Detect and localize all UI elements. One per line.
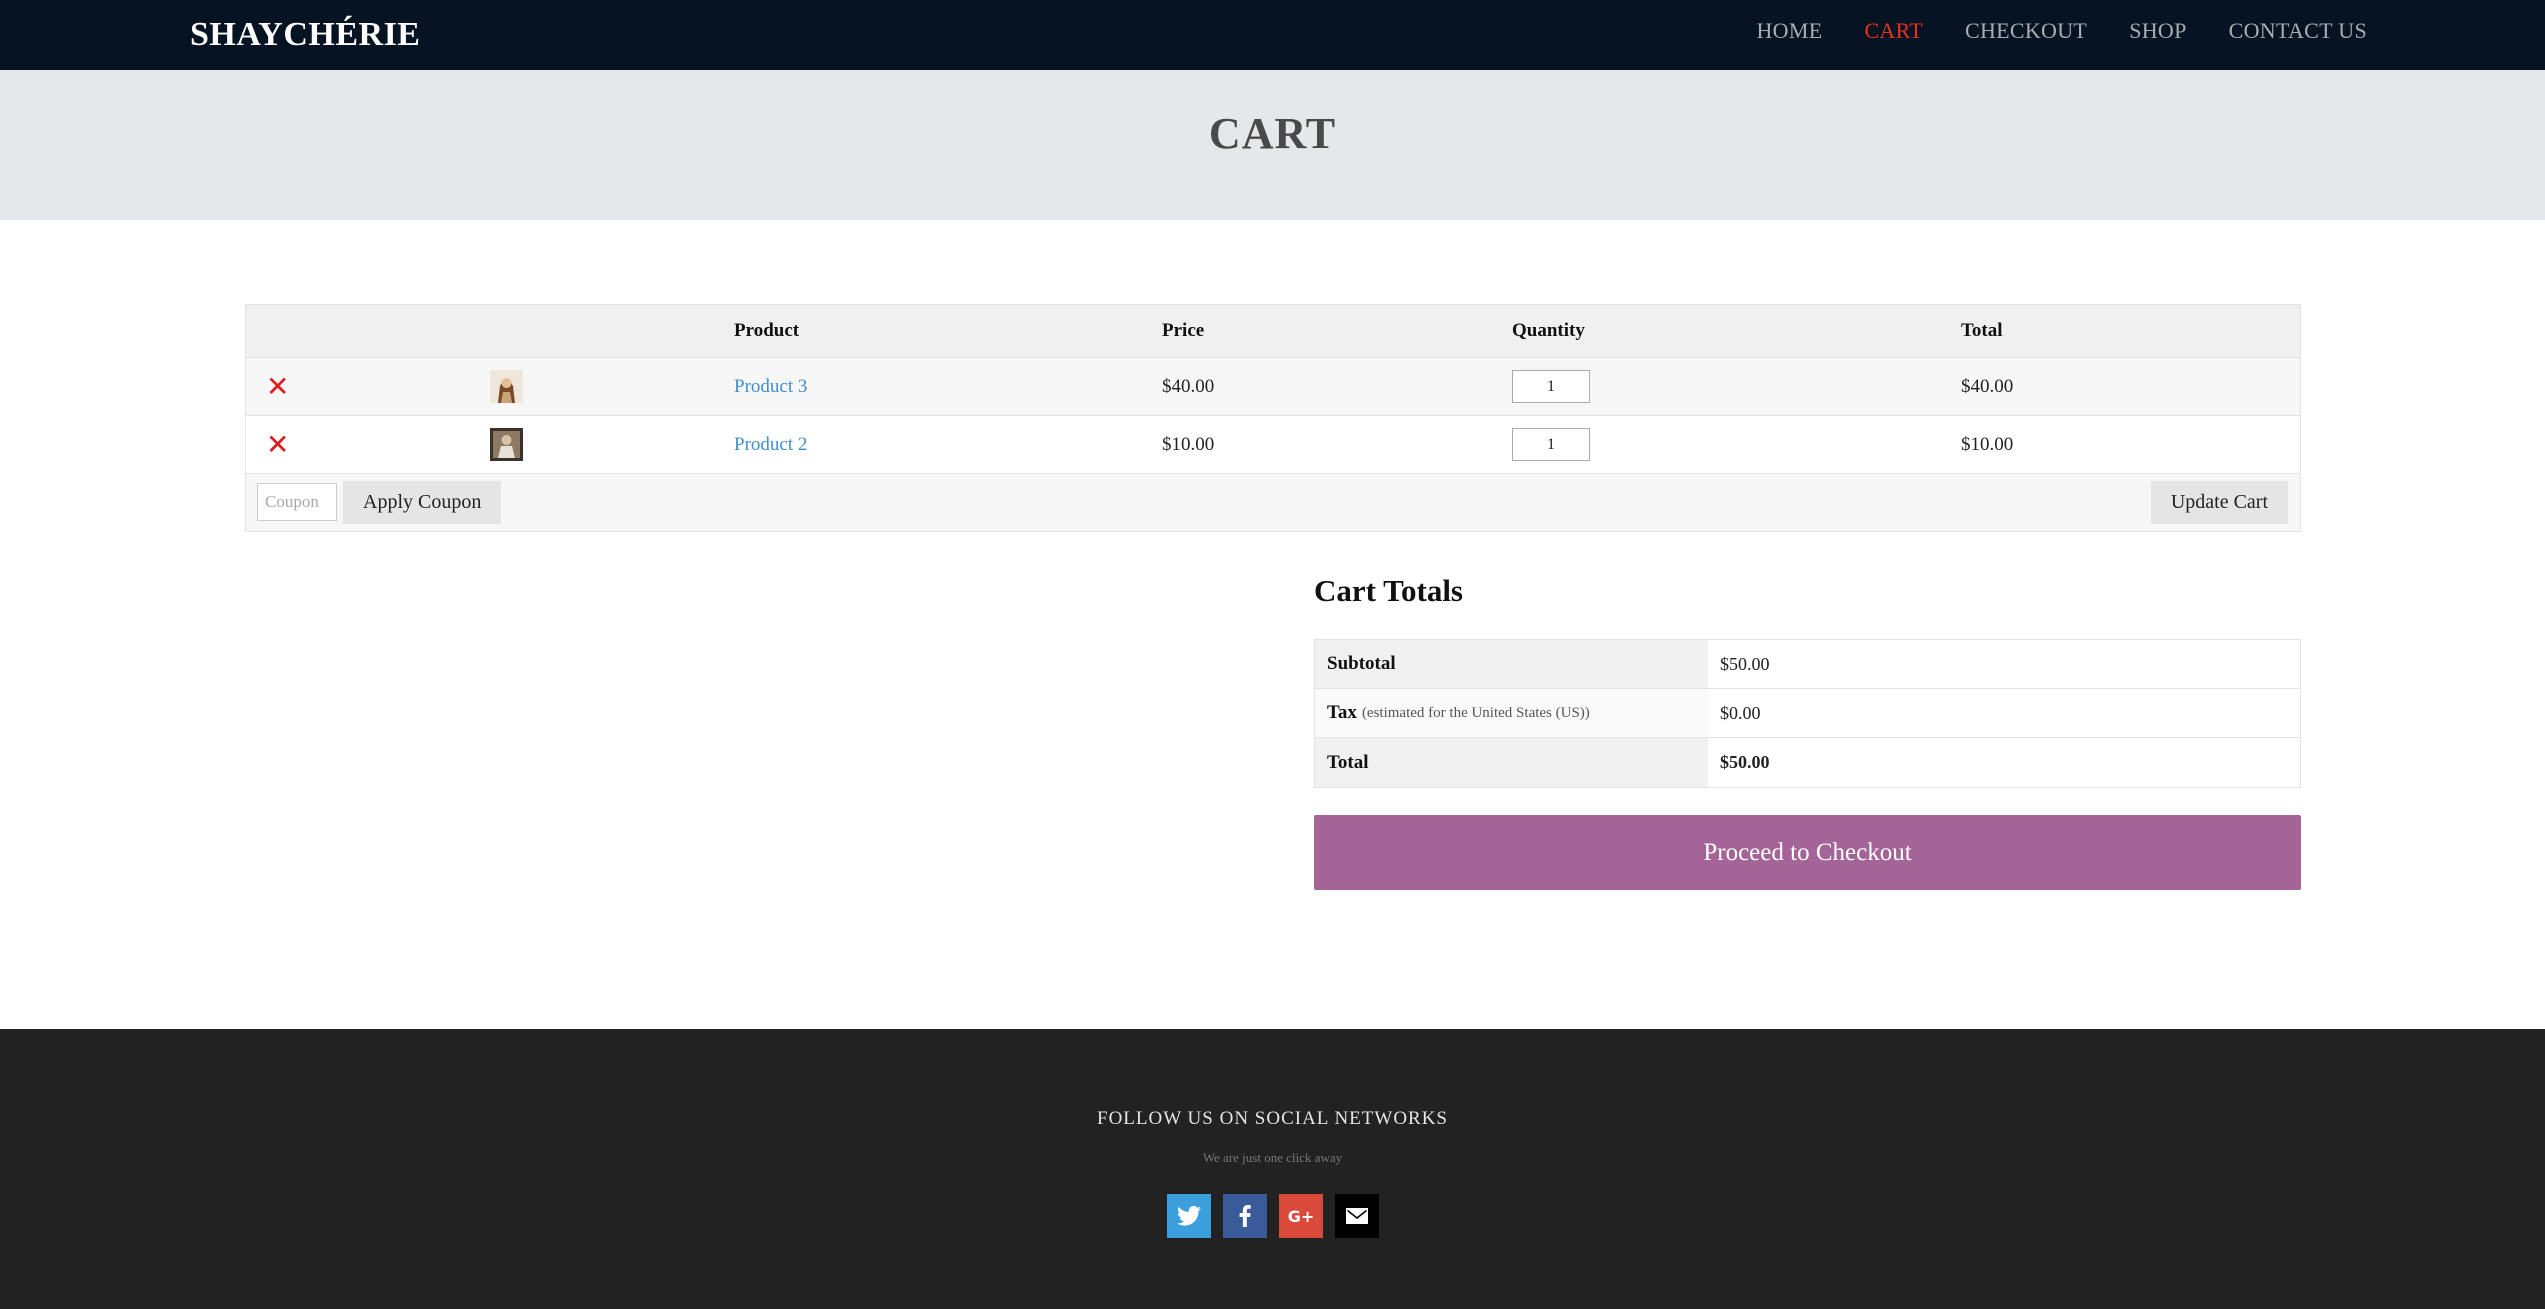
remove-x-icon[interactable]: ✕: [266, 372, 289, 401]
cart-table-header: Product Price Quantity Total: [246, 305, 2300, 358]
item-price: $10.00: [1162, 433, 1215, 455]
cart-table: Product Price Quantity Total ✕ Product 3…: [245, 304, 2301, 532]
footer-tagline: We are just one click away: [1202, 1150, 1343, 1165]
tax-note: (estimated for the United States (US)): [1361, 704, 1590, 721]
cart-totals-table: Subtotal $50.00 Tax (estimated for the U…: [1314, 639, 2301, 788]
site-logo[interactable]: SHAYCHÉRIE: [190, 16, 420, 54]
order-total-row: Total $50.00: [1315, 738, 2300, 787]
nav-item-home[interactable]: HOME: [1756, 18, 1822, 44]
tax-label-cell: Tax (estimated for the United States (US…: [1315, 689, 1708, 737]
total-label: Total: [1315, 738, 1708, 787]
nav-item-cart[interactable]: CART: [1864, 18, 1923, 44]
nav-item-checkout[interactable]: CHECKOUT: [1965, 18, 2087, 44]
product-2-thumbnail-image[interactable]: [490, 428, 523, 461]
tax-label: Tax: [1327, 702, 1357, 723]
proceed-to-checkout-button[interactable]: Proceed to Checkout: [1314, 815, 2301, 890]
apply-coupon-button[interactable]: Apply Coupon: [343, 481, 502, 524]
item-total: $40.00: [1961, 375, 2014, 397]
twitter-icon: [1177, 1206, 1201, 1226]
item-total: $10.00: [1961, 433, 2014, 455]
quantity-input[interactable]: [1512, 370, 1590, 403]
remove-item-button[interactable]: ✕: [266, 358, 289, 415]
main-nav: HOME CART CHECKOUT SHOP CONTACT US: [1714, 18, 2367, 44]
product-link[interactable]: Product 3: [734, 376, 807, 398]
remove-x-icon[interactable]: ✕: [266, 430, 289, 459]
page-title: CART: [1208, 109, 1337, 158]
remove-item-button[interactable]: ✕: [266, 416, 289, 473]
cart-row: ✕ Product 3 $40.00 $40.00: [246, 358, 2300, 416]
column-header-price: Price: [1162, 320, 1205, 341]
item-price: $40.00: [1162, 375, 1215, 397]
product-link[interactable]: Product 2: [734, 434, 807, 456]
google-plus-icon: G+: [1287, 1206, 1315, 1226]
top-navbar: SHAYCHÉRIE HOME CART CHECKOUT SHOP CONTA…: [0, 0, 2545, 70]
tax-row: Tax (estimated for the United States (US…: [1315, 689, 2300, 738]
column-header-product: Product: [734, 320, 800, 341]
facebook-link[interactable]: [1223, 1194, 1267, 1238]
total-value: $50.00: [1720, 752, 1770, 772]
footer-follow-heading: FOLLOW US ON SOCIAL NETWORKS: [1097, 1108, 1448, 1129]
cart-actions-row: Apply Coupon Update Cart: [246, 474, 2300, 531]
cart-totals-heading: Cart Totals: [1314, 573, 1463, 608]
page-header-banner: CART: [0, 70, 2545, 220]
subtotal-row: Subtotal $50.00: [1315, 640, 2300, 689]
twitter-link[interactable]: [1167, 1194, 1211, 1238]
email-link[interactable]: [1335, 1194, 1379, 1238]
subtotal-label: Subtotal: [1315, 640, 1708, 688]
update-cart-button[interactable]: Update Cart: [2150, 481, 2288, 524]
subtotal-value: $50.00: [1720, 653, 1770, 674]
coupon-input[interactable]: [257, 483, 337, 521]
footer: FOLLOW US ON SOCIAL NETWORKS We are just…: [0, 1029, 2545, 1309]
nav-item-shop[interactable]: SHOP: [2129, 18, 2186, 44]
social-links: G+: [1167, 1194, 1379, 1238]
quantity-input[interactable]: [1512, 428, 1590, 461]
product-thumbnail[interactable]: [490, 416, 523, 473]
column-header-total: Total: [1961, 320, 2003, 341]
tax-value: $0.00: [1720, 702, 1761, 723]
cart-row: ✕ Product 2 $10.00 $10.00: [246, 416, 2300, 474]
product-thumbnail[interactable]: [490, 358, 523, 415]
nav-item-contact-us[interactable]: CONTACT US: [2229, 18, 2367, 44]
google-plus-link[interactable]: G+: [1279, 1194, 1323, 1238]
facebook-icon: [1239, 1205, 1251, 1227]
email-icon: [1346, 1208, 1368, 1224]
product-3-thumbnail-image[interactable]: [490, 370, 523, 403]
column-header-quantity: Quantity: [1512, 320, 1585, 341]
